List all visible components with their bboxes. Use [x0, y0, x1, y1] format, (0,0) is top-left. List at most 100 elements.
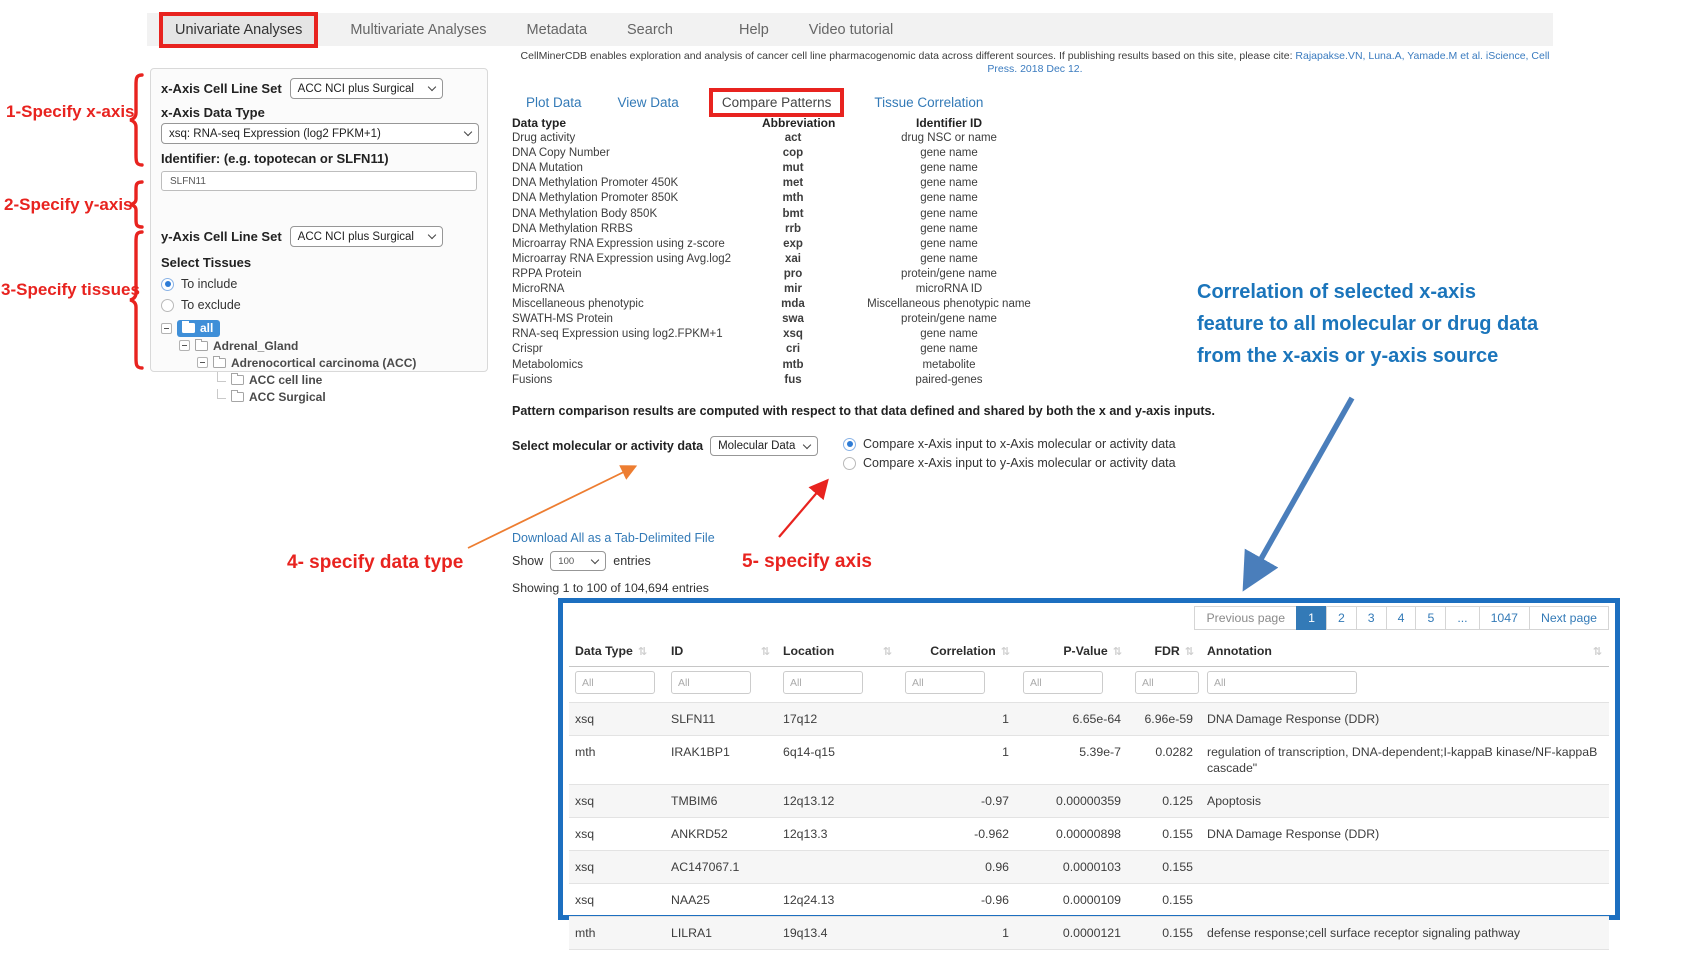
result-row: mth IRAK1BP1 6q14-q15 1 5.39e-7 0.0282 r…	[569, 736, 1609, 785]
radio-unselected-icon	[843, 457, 856, 470]
filter-location[interactable]	[783, 671, 863, 694]
subtab[interactable]: Tissue Correlation	[872, 92, 985, 113]
select-data-label: Select molecular or activity data	[512, 439, 703, 453]
x-datatype-select[interactable]: xsq: RNA-seq Expression (log2 FPKM+1)	[161, 123, 479, 144]
tree-node-adrenal-gland[interactable]: Adrenal_Gland	[179, 337, 477, 354]
col-header-id[interactable]: ID⇅	[665, 636, 777, 667]
radio-exclude[interactable]: To exclude	[161, 298, 477, 312]
nav-item[interactable]: Help	[735, 16, 773, 44]
filter-annotation[interactable]	[1207, 671, 1357, 694]
molecular-data-select[interactable]: Molecular Data	[710, 436, 818, 456]
sort-icon[interactable]: ⇅	[1113, 646, 1121, 658]
identifier-label: Identifier: (e.g. topotecan or SLFN11)	[161, 151, 477, 166]
analysis-subtabs: Plot Data View Data Compare Patterns Tis…	[524, 92, 985, 113]
sort-icon[interactable]: ⇅	[883, 645, 891, 658]
result-row: xsq AC147067.1 0.96 0.0000103 0.155	[569, 851, 1609, 884]
col-header-location[interactable]: Location⇅	[777, 636, 899, 667]
chevron-down-icon	[464, 128, 472, 136]
page-button[interactable]: 2	[1326, 606, 1357, 630]
page-button[interactable]: Next page	[1529, 606, 1609, 630]
nav-item[interactable]: Metadata	[523, 16, 591, 44]
red-arrow	[779, 482, 826, 537]
select-tissues-label: Select Tissues	[161, 255, 477, 270]
filter-id[interactable]	[671, 671, 751, 694]
data-type-row: Crispr cri gene name	[512, 342, 1074, 357]
folder-icon	[195, 341, 208, 351]
tree-node-acc[interactable]: Adrenocortical carcinoma (ACC)	[197, 354, 477, 371]
y-cellline-select[interactable]: ACC NCI plus Surgical	[290, 226, 443, 247]
tree-leaf-node[interactable]: ACC cell line	[217, 371, 477, 388]
data-type-row: Miscellaneous phenotypic mda Miscellaneo…	[512, 297, 1074, 312]
data-type-row: Microarray RNA Expression using Avg.log2…	[512, 252, 1074, 267]
page-button[interactable]: ...	[1445, 606, 1479, 630]
pagination: Previous page 1 2 3 4 5 ... 1047 Next pa…	[569, 606, 1609, 630]
collapse-toggle-icon[interactable]	[161, 323, 172, 334]
annotation-step4: 4- specify data type	[287, 552, 463, 574]
col-header-fdr[interactable]: FDR⇅	[1129, 636, 1201, 667]
page-button[interactable]: 3	[1356, 606, 1387, 630]
page-button[interactable]: 1	[1296, 606, 1327, 630]
page-button[interactable]: 5	[1415, 606, 1446, 630]
filter-fdr[interactable]	[1135, 671, 1199, 694]
identifier-input[interactable]	[161, 171, 477, 191]
filter-pvalue[interactable]	[1023, 671, 1103, 694]
x-cellline-select[interactable]: ACC NCI plus Surgical	[290, 78, 443, 99]
nav-item[interactable]: Multivariate Analyses	[346, 16, 490, 44]
radio-compare-y-axis[interactable]: Compare x-Axis input to y-Axis molecular…	[843, 456, 1176, 470]
cellminercdb-page: Univariate Analyses Multivariate Analyse…	[0, 0, 1700, 956]
col-header-correlation[interactable]: Correlation⇅	[899, 636, 1017, 667]
correlation-annotation: Correlation of selected x-axis feature t…	[1197, 276, 1542, 372]
citation-text: CellMinerCDB enables exploration and ana…	[520, 50, 1550, 76]
data-type-row: Drug activity act drug NSC or name	[512, 131, 1074, 146]
page-button[interactable]: 4	[1386, 606, 1417, 630]
download-all-link[interactable]: Download All as a Tab-Delimited File	[512, 531, 715, 545]
chevron-down-icon	[427, 83, 435, 91]
sort-icon[interactable]: ⇅	[1001, 646, 1009, 658]
data-type-reference-table: Data type Abbreviation Identifier ID Dru…	[512, 116, 1074, 388]
radio-selected-icon	[843, 438, 856, 451]
data-type-row: Fusions fus paired-genes	[512, 373, 1074, 388]
filter-correlation[interactable]	[905, 671, 985, 694]
data-type-row: MicroRNA mir microRNA ID	[512, 282, 1074, 297]
entries-count-select[interactable]: 100	[550, 551, 606, 571]
data-type-row: DNA Methylation Body 850K bmt gene name	[512, 207, 1074, 222]
subtab[interactable]: Plot Data	[524, 92, 584, 113]
radio-compare-x-axis[interactable]: Compare x-Axis input to x-Axis molecular…	[843, 437, 1176, 451]
data-type-row: RPPA Protein pro protein/gene name	[512, 267, 1074, 282]
nav-item[interactable]: Search	[623, 16, 677, 44]
folder-icon	[182, 323, 195, 333]
annotation-step3: 3-Specify tissues	[1, 280, 140, 300]
sort-icon[interactable]: ⇅	[761, 645, 769, 658]
tree-leaf-node[interactable]: ACC Surgical	[217, 388, 477, 405]
subtab[interactable]: Compare Patterns	[713, 92, 841, 113]
sort-icon[interactable]: ⇅	[638, 646, 646, 658]
col-header-annotation[interactable]: Annotation⇅	[1201, 636, 1609, 667]
col-header-pvalue[interactable]: P-Value⇅	[1017, 636, 1129, 667]
folder-icon	[213, 358, 226, 368]
folder-icon	[231, 392, 244, 402]
nav-item[interactable]: Video tutorial	[805, 16, 897, 44]
tree-connector	[217, 389, 226, 399]
data-type-row: DNA Copy Number cop gene name	[512, 146, 1074, 161]
col-header-data-type[interactable]: Data Type⇅	[569, 636, 665, 667]
radio-include[interactable]: To include	[161, 277, 477, 291]
page-button[interactable]: 1047	[1479, 606, 1530, 630]
page-button[interactable]: Previous page	[1194, 606, 1297, 630]
data-type-row: Microarray RNA Expression using z-score …	[512, 237, 1074, 252]
nav-item[interactable]: Univariate Analyses	[163, 16, 314, 44]
tree-node-all[interactable]: all	[161, 320, 477, 337]
data-type-row: DNA Mutation mut gene name	[512, 161, 1074, 176]
data-type-row: Metabolomics mtb metabolite	[512, 358, 1074, 373]
result-row: xsq TMBIM6 12q13.12 -0.97 0.00000359 0.1…	[569, 785, 1609, 818]
dt-header-abbreviation: Abbreviation	[762, 116, 824, 131]
collapse-toggle-icon[interactable]	[197, 357, 208, 368]
collapse-toggle-icon[interactable]	[179, 340, 190, 351]
chevron-down-icon	[427, 231, 435, 239]
sort-icon[interactable]: ⇅	[1185, 646, 1193, 658]
filter-data-type[interactable]	[575, 671, 655, 694]
step3-brace	[130, 232, 142, 368]
subtab[interactable]: View Data	[616, 92, 681, 113]
data-type-row: DNA Methylation RRBS rrb gene name	[512, 222, 1074, 237]
x-cellline-label: x-Axis Cell Line Set	[161, 81, 282, 96]
sort-icon[interactable]: ⇅	[1593, 645, 1601, 658]
